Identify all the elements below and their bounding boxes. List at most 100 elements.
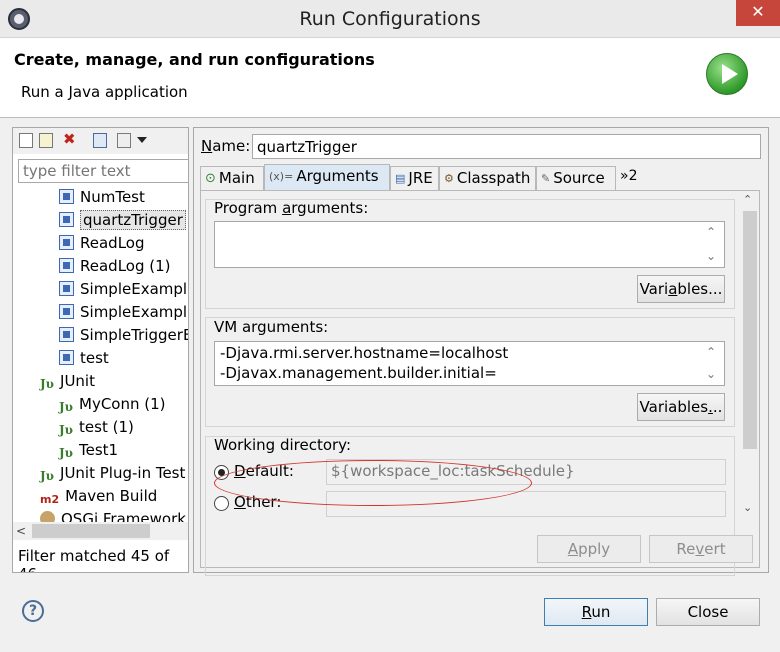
program-args-scroll-up-icon[interactable]: ⌃ [704,223,718,241]
window-close-button[interactable]: ✕ [736,0,780,26]
tree-item-label: Maven Build [65,487,158,505]
program-args-scroll-down-icon[interactable]: ⌄ [704,247,718,265]
tree-item[interactable]: Jυ Test1 [59,439,118,462]
tree-toolbar: ✖ [13,128,188,154]
header-subtitle: Run a Java application [21,83,188,101]
program-arguments-textarea[interactable] [214,221,725,268]
filter-status: Filter matched 45 of 46 [18,547,170,572]
tree-item[interactable]: ReadLog [59,232,144,255]
tree-item-label: SimpleExample [80,280,189,298]
vm-arguments-label: VM arguments: [214,318,329,336]
run-green-circle-icon [706,53,748,95]
scrollbar-thumb[interactable] [743,211,757,449]
run-button[interactable]: Run [544,598,648,626]
duplicate-icon[interactable] [39,133,53,148]
tree-item[interactable]: Jυ JUnit Plug-in Test [40,462,185,485]
vm-args-scroll-down-icon[interactable]: ⌄ [704,365,718,383]
java-app-icon [59,189,74,204]
tree-item-label: NumTest [80,188,145,206]
tree-item[interactable]: SimpleExample [59,301,189,324]
tree-item[interactable]: SimpleExample [59,278,189,301]
jre-tab-icon: ▤ [395,172,406,185]
junit-plugin-icon: Jυ [40,469,55,483]
vertical-scrollbar[interactable]: ⌃ ⌄ [740,191,759,567]
junit-icon: Jυ [59,446,74,460]
more-tabs-chevron[interactable]: »2 [620,168,637,184]
tab-arguments[interactable]: (x)= Arguments [264,164,390,190]
close-button[interactable]: Close [656,598,760,626]
filter-icon[interactable] [117,133,131,148]
name-label: Name: [201,137,251,155]
tree-item[interactable]: SimpleTriggerE [59,324,189,347]
tree-item[interactable]: ReadLog (1) [59,255,171,278]
annotation-ellipse [214,460,532,506]
help-icon[interactable]: ? [22,600,44,622]
java-app-icon [59,281,74,296]
java-app-icon [59,212,74,227]
tree-item-label: SimpleTriggerE [80,326,189,344]
m2-icon: m2 [40,493,60,506]
working-directory-label: Working directory: [214,436,352,454]
vm-argument-line: -Djavax.management.builder.initial= [220,364,497,382]
junit-icon: Jυ [59,400,74,414]
tree-item[interactable]: test [59,347,109,370]
classpath-tab-icon: ⚙ [444,172,454,185]
arguments-tab-content: Program arguments: ⌃ ⌄ Variables... VM a… [200,190,760,576]
tree-item-label: test (1) [79,418,134,436]
arguments-tab-icon: (x)= [269,170,294,183]
tree-item-label: SimpleExample [80,303,189,321]
filter-input[interactable] [18,159,188,183]
tree-item-label: quartzTrigger [80,210,186,230]
scroll-down-icon[interactable]: ⌄ [743,501,752,514]
program-arguments-label: Program arguments: [214,199,369,217]
tree-item-label: Test1 [79,441,119,459]
collapse-all-icon[interactable] [93,133,107,148]
java-app-icon [59,350,74,365]
vm-arguments-textarea[interactable]: -Djava.rmi.server.hostname=localhost -Dj… [214,341,725,386]
java-app-icon [59,235,74,250]
tree-item-label: ReadLog [80,234,145,252]
name-input[interactable] [252,134,761,159]
vm-variables-button[interactable]: Variables... [637,393,725,421]
tab-main[interactable]: ⊙ Main [200,166,264,190]
header-title: Create, manage, and run configurations [14,50,375,69]
apply-button[interactable]: Apply [537,535,641,563]
tree-item[interactable]: Jυ test (1) [59,416,134,439]
scrollbar-thumb[interactable] [32,524,150,538]
tree-item-label: JUnit [60,372,95,390]
java-app-icon [59,304,74,319]
scroll-up-icon[interactable]: ⌃ [743,193,752,206]
configuration-tree-pane: ✖ NumTest quartzTrigger ReadLog ReadLog (1)… [12,127,189,573]
view-menu-chevron-down-icon[interactable] [137,137,147,143]
tab-jre[interactable]: ▤ JRE [390,166,439,190]
vm-args-scroll-up-icon[interactable]: ⌃ [704,343,718,361]
scroll-left-icon[interactable]: < [16,522,30,540]
program-variables-button[interactable]: Variables... [637,275,725,303]
vm-argument-line: -Djava.rmi.server.hostname=localhost [220,344,509,362]
tab-source[interactable]: ✎ Source [536,166,616,190]
source-tab-icon: ✎ [541,172,551,185]
junit-icon: Jυ [59,423,74,437]
other-radio[interactable] [214,496,229,511]
tab-strip: ⊙ Main (x)= Arguments ▤ JRE ⚙ Classpath ✎ Sou… [200,164,760,190]
main-tab-icon: ⊙ [205,171,216,186]
configuration-editor-pane: Name: ⊙Main (x)=Arguments ▤JRE ⚙Classpat… [193,127,769,576]
tree-item[interactable]: NumTest [59,186,145,209]
new-configuration-icon[interactable] [19,133,33,148]
delete-icon[interactable]: ✖ [63,132,79,147]
tree-item-label: test [80,349,109,367]
java-app-icon [59,258,74,273]
tree-item[interactable]: quartzTrigger [59,209,186,232]
tree-item[interactable]: Jυ JUnit [40,370,95,393]
tab-classpath[interactable]: ⚙ Classpath [439,166,536,190]
java-app-icon [59,327,74,342]
dialog-header: Create, manage, and run configurations R… [0,38,780,118]
tree-item-label: JUnit Plug-in Test [60,464,186,482]
tree-item-label: ReadLog (1) [80,257,171,275]
revert-button[interactable]: Revert [649,535,753,563]
tree-item[interactable]: Jυ MyConn (1) [59,393,166,416]
tree-item-label: MyConn (1) [79,395,166,413]
tree-item[interactable]: m2 Maven Build [40,485,157,508]
horizontal-scrollbar[interactable]: < [13,522,188,540]
window-title: Run Configurations [299,8,481,30]
